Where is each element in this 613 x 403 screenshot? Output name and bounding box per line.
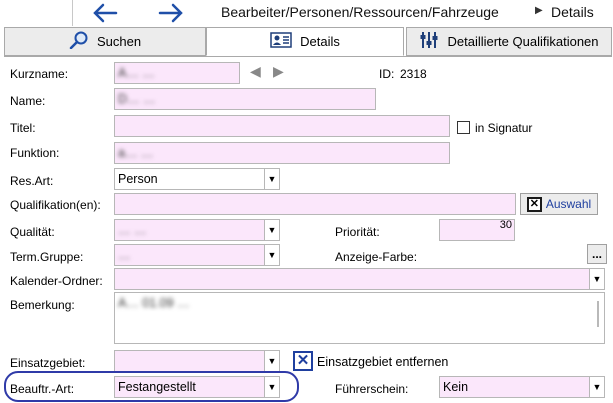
scrollbar[interactable] (597, 301, 599, 327)
prioritaet-field[interactable]: 30 (439, 219, 515, 241)
tab-label: Suchen (96, 34, 142, 49)
titel-label: Titel: (10, 121, 36, 135)
bemerkung-label: Bemerkung: (10, 298, 75, 312)
chevron-down-icon[interactable]: ▼ (264, 220, 279, 240)
next-record-icon[interactable]: ▶ (273, 63, 284, 80)
termgruppe-select[interactable]: … ▼ (114, 244, 280, 266)
chevron-down-icon[interactable]: ▼ (264, 169, 279, 189)
x-checkbox-icon[interactable]: ✕ (293, 351, 313, 371)
kalender-label: Kalender-Ordner: (10, 274, 103, 288)
auswahl-button[interactable]: ✕ Auswahl (520, 193, 598, 215)
chevron-down-icon[interactable]: ▼ (264, 351, 279, 371)
chevron-down-icon[interactable]: ▼ (264, 245, 279, 265)
bemerkung-textarea[interactable]: A… 01.09 … (114, 292, 605, 344)
titel-field[interactable] (114, 115, 450, 137)
divider (72, 0, 73, 26)
tab-label: Detaillierte Qualifikationen (447, 34, 599, 49)
forward-arrow-icon[interactable] (156, 2, 186, 24)
triangle-right-icon: ▶ (535, 5, 543, 16)
id-label: ID: (379, 67, 395, 81)
highlight-annotation (4, 371, 299, 402)
tab-detaillierte-qualifikationen[interactable]: Detaillierte Qualifikationen (406, 27, 612, 56)
qualifikation-field[interactable] (114, 193, 516, 215)
chevron-down-icon[interactable]: ▼ (589, 269, 604, 289)
name-label: Name: (10, 94, 46, 108)
termgruppe-label: Term.Gruppe: (10, 250, 84, 264)
color-picker-button[interactable]: ... (587, 244, 607, 264)
anzeigefarbe-label: Anzeige-Farbe: (335, 250, 418, 264)
resart-select[interactable]: Person ▼ (114, 168, 280, 190)
prev-record-icon[interactable]: ◀ (250, 63, 261, 80)
tab-label: Details (300, 34, 340, 49)
einsatzgebiet-entfernen-label[interactable]: Einsatzgebiet entfernen (317, 355, 448, 369)
einsatzgebiet-label: Einsatzgebiet: (10, 356, 86, 370)
id-value: 2318 (400, 67, 427, 81)
kurzname-label: Kurzname: (10, 67, 69, 81)
prioritaet-label: Priorität: (335, 225, 380, 239)
name-field[interactable]: D… … (114, 88, 376, 110)
x-checkbox-icon: ✕ (526, 196, 542, 212)
tab-bar: Suchen Details Detaillierte Qualifikatio… (4, 27, 612, 57)
tab-suchen[interactable]: Suchen (4, 27, 206, 56)
funktion-label: Funktion: (10, 146, 60, 160)
back-arrow-icon[interactable] (90, 2, 120, 24)
fuehrerschein-label: Führerschein: (335, 382, 409, 396)
search-icon (69, 31, 89, 52)
kalender-select[interactable]: ▼ (114, 268, 605, 290)
signatur-label: in Signatur (475, 121, 533, 135)
id-card-icon (270, 32, 292, 51)
signatur-checkbox[interactable] (457, 121, 470, 134)
kurzname-field[interactable]: A… … (114, 62, 240, 84)
einsatzgebiet-select[interactable]: ▼ (114, 350, 280, 372)
qualitaet-label: Qualität: (10, 225, 55, 239)
qualifikation-label: Qualifikation(en): (10, 198, 101, 212)
sliders-icon (419, 31, 439, 52)
breadcrumb-current: Details (551, 4, 594, 20)
chevron-down-icon[interactable]: ▼ (589, 377, 604, 397)
breadcrumb-path[interactable]: Bearbeiter/Personen/Ressourcen/Fahrzeuge (221, 4, 499, 20)
top-nav-bar: Bearbeiter/Personen/Ressourcen/Fahrzeuge… (0, 0, 613, 26)
fuehrerschein-select[interactable]: Kein ▼ (439, 376, 605, 398)
resart-label: Res.Art: (10, 174, 54, 188)
qualitaet-select[interactable]: … … ▼ (114, 219, 280, 241)
funktion-field[interactable]: a… … (114, 142, 450, 164)
tab-details[interactable]: Details (206, 27, 404, 56)
